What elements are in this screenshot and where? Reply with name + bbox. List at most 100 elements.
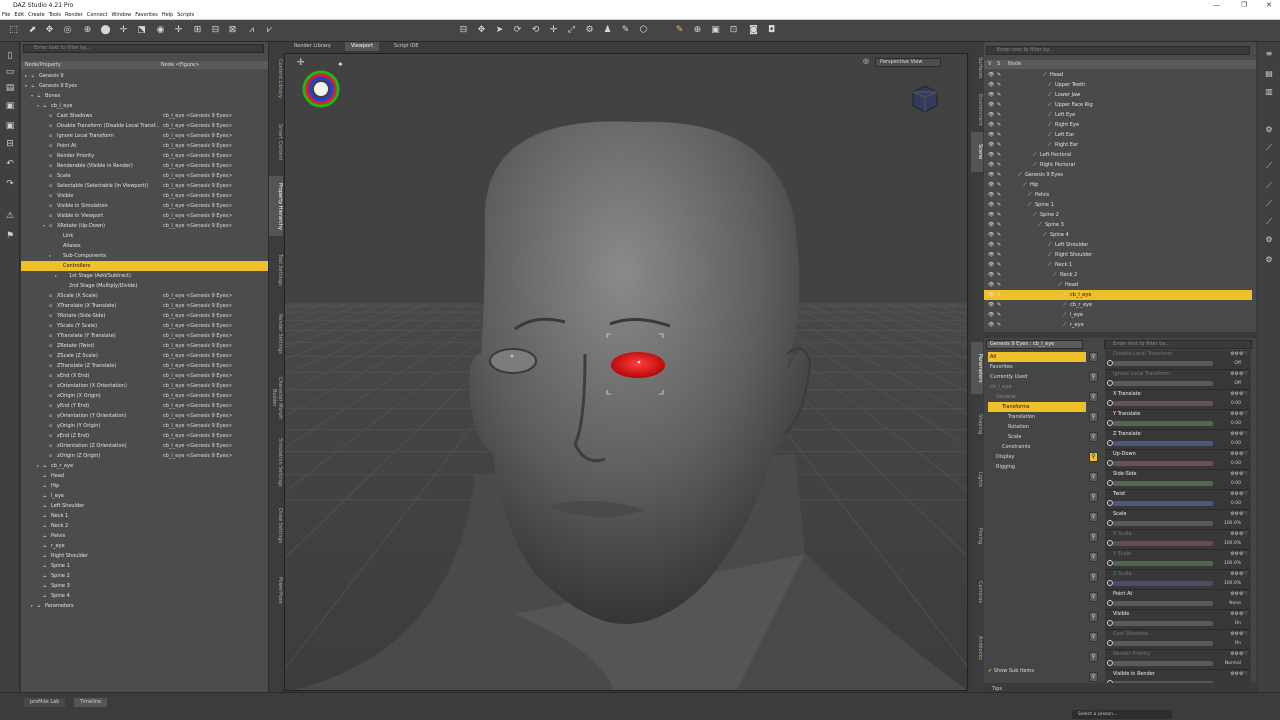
scene-row[interactable]: 👁 ✎ ⟋ Spine 3: [984, 220, 1252, 230]
select-icon[interactable]: ✎: [997, 100, 1001, 110]
param-key-icon[interactable]: ⚲: [1089, 492, 1098, 502]
param-track[interactable]: [1113, 601, 1213, 606]
select-icon[interactable]: ✎: [997, 270, 1001, 280]
vtab-right[interactable]: Scene: [971, 132, 983, 172]
undo-icon[interactable]: ↶: [4, 158, 16, 170]
property-row[interactable]: ⟁ Spine 2: [21, 571, 268, 581]
eye-icon[interactable]: 👁: [988, 170, 994, 180]
property-row[interactable]: ⊞ ZScale (Z Scale) cb_l_eye <Genesis 9 Eye…: [21, 351, 268, 361]
select-icon[interactable]: ✎: [997, 80, 1001, 90]
property-row[interactable]: ⊞ Visible in Simulation cb_l_eye <Genesis …: [21, 201, 268, 211]
param-slider[interactable]: Z Translate 0.00 ⚙⚙⚙♡: [1105, 430, 1251, 450]
universal-tool-icon[interactable]: ✥: [476, 25, 487, 36]
tab-timeline[interactable]: Timeline: [74, 698, 108, 707]
property-row[interactable]: ⊞ Scale cb_l_eye <Genesis 9 Eyes>: [21, 171, 268, 181]
scene-row[interactable]: 👁 ✎ ⟋ Right Shoulder: [984, 250, 1252, 260]
eye-icon[interactable]: 👁: [988, 230, 994, 240]
eye-icon[interactable]: 👁: [988, 80, 994, 90]
property-row[interactable]: ⊞ Disable Transform (Disable Local Transf…: [21, 121, 268, 131]
param-options-icon[interactable]: ⚙⚙⚙♡: [1230, 471, 1248, 477]
scene-row[interactable]: 👁 ✎ ⟋ Neck 2: [984, 270, 1252, 280]
param-value[interactable]: Off: [1234, 361, 1241, 366]
pose-icon[interactable]: ♟: [602, 25, 613, 36]
param-key-icon[interactable]: ⚲: [1089, 412, 1098, 422]
center-tab[interactable]: Viewport: [345, 42, 380, 51]
param-track[interactable]: [1113, 361, 1213, 366]
property-row[interactable]: ⊞ zOrigin (Z Origin) cb_l_eye <Genesis 9 E…: [21, 451, 268, 461]
select-icon[interactable]: ✎: [997, 160, 1001, 170]
vtab-left[interactable]: Draw Settings: [269, 496, 283, 556]
select-icon[interactable]: ✎: [997, 240, 1001, 250]
param-options-icon[interactable]: ⚙⚙⚙♡: [1230, 431, 1248, 437]
vtab-left[interactable]: Render Settings: [269, 304, 283, 364]
param-options-icon[interactable]: ⚙⚙⚙♡: [1230, 571, 1248, 577]
bone-tool-icon[interactable]: ⟋: [1263, 142, 1275, 154]
property-row[interactable]: Link: [21, 231, 268, 241]
expand-icon[interactable]: ▸: [49, 251, 51, 261]
property-row[interactable]: ⟁ Hip: [21, 481, 268, 491]
gear-icon[interactable]: ⚙: [1263, 124, 1275, 136]
menu-edit[interactable]: Edit: [12, 11, 26, 20]
select-icon[interactable]: ✎: [997, 250, 1001, 260]
center-tab[interactable]: Render Library: [288, 42, 337, 51]
scale-icon[interactable]: ⤢: [566, 25, 577, 36]
menu-create[interactable]: Create: [26, 11, 47, 20]
param-key-icon[interactable]: ⚲: [1089, 572, 1098, 582]
select-icon[interactable]: ✎: [997, 170, 1001, 180]
vtab-right[interactable]: Cameras: [971, 566, 983, 618]
param-slider[interactable]: Side-Side 0.00 ⚙⚙⚙♡: [1105, 470, 1251, 490]
rotate2-icon[interactable]: ⟲: [530, 25, 541, 36]
scene-row[interactable]: 👁 ✎ ⟋ Spine 1: [984, 200, 1252, 210]
toolbar-btn-8[interactable]: ⬔: [136, 25, 147, 36]
param-slider[interactable]: Y Scale 100.0% ⚙⚙⚙♡: [1105, 550, 1251, 570]
scene-row[interactable]: 👁 ✎ ⟋ Neck 1: [984, 260, 1252, 270]
menu-file[interactable]: File: [0, 11, 12, 20]
property-row[interactable]: ⊞ XTranslate (X Translate) cb_l_eye <Genes…: [21, 301, 268, 311]
joint-editor-icon[interactable]: ⚙: [584, 25, 595, 36]
merge-icon[interactable]: ▤: [4, 82, 16, 94]
eye-icon[interactable]: 👁: [988, 190, 994, 200]
param-key-icon[interactable]: ⚲: [1089, 472, 1098, 482]
property-row[interactable]: ⊞ YRotate (Side-Side) cb_l_eye <Genesis 9 …: [21, 311, 268, 321]
col-node-property[interactable]: Node/Property: [25, 61, 61, 69]
morph-icon[interactable]: ⚠: [4, 210, 16, 222]
property-row[interactable]: ⟁ Head: [21, 471, 268, 481]
vtab-right[interactable]: Aniblocks: [971, 622, 983, 674]
eye-icon[interactable]: 👁: [988, 300, 994, 310]
toolbar-btn-10[interactable]: ✛: [173, 25, 184, 36]
param-track[interactable]: [1113, 561, 1213, 566]
scene-row[interactable]: 👁 ✎ ⟋ Left Eye: [984, 110, 1252, 120]
param-options-icon[interactable]: ⚙⚙⚙♡: [1230, 491, 1248, 497]
property-row[interactable]: ▸ 1st Stage (Add/Subtract): [21, 271, 268, 281]
property-row[interactable]: ▾ ⟁ Genesis 9 Eyes: [21, 81, 268, 91]
eye-icon[interactable]: 👁: [988, 180, 994, 190]
eye-icon[interactable]: 👁: [988, 310, 994, 320]
param-value[interactable]: 0.00: [1231, 421, 1241, 426]
tool-icon[interactable]: ⊕: [692, 25, 703, 36]
param-track[interactable]: [1113, 401, 1213, 406]
redo-icon[interactable]: ↷: [4, 178, 16, 190]
param-slider[interactable]: Point At None ⚙⚙⚙♡: [1105, 590, 1251, 610]
expand-icon[interactable]: ▾: [49, 261, 51, 271]
scene-row[interactable]: 👁 ✎ ⟋ Right Eye: [984, 120, 1252, 130]
param-slider[interactable]: Y Translate 0.00 ⚙⚙⚙♡: [1105, 410, 1251, 430]
property-row[interactable]: ▾ ⊞ XRotate (Up-Down) cb_l_eye <Genesis 9 E…: [21, 221, 268, 231]
property-row[interactable]: ⟁ Spine 1: [21, 561, 268, 571]
param-track[interactable]: [1113, 461, 1213, 466]
select-icon[interactable]: ✎: [997, 280, 1001, 290]
menu-tools[interactable]: Tools: [47, 11, 63, 20]
eye-icon[interactable]: 👁: [988, 210, 994, 220]
expand-icon[interactable]: ▸: [55, 271, 57, 281]
property-row[interactable]: ⊞ XScale (X Scale) cb_l_eye <Genesis 9 Eye…: [21, 291, 268, 301]
property-row[interactable]: ⊞ ZRotate (Twist) cb_l_eye <Genesis 9 Eyes…: [21, 341, 268, 351]
menu-render[interactable]: Render: [63, 11, 85, 20]
menu-scripts[interactable]: Scripts: [175, 11, 196, 20]
param-key-icon[interactable]: ⚲: [1089, 532, 1098, 542]
param-key-icon[interactable]: ⚲: [1089, 592, 1098, 602]
surface-icon[interactable]: ✎: [620, 25, 631, 36]
param-key-icon[interactable]: ⚲: [1089, 432, 1098, 442]
col-select[interactable]: S: [997, 60, 1000, 69]
property-row[interactable]: ⊞ Visible cb_l_eye <Genesis 9 Eyes>: [21, 191, 268, 201]
property-row[interactable]: ⊞ Visible in Viewport cb_l_eye <Genesis 9 …: [21, 211, 268, 221]
param-value[interactable]: 0.00: [1231, 441, 1241, 446]
